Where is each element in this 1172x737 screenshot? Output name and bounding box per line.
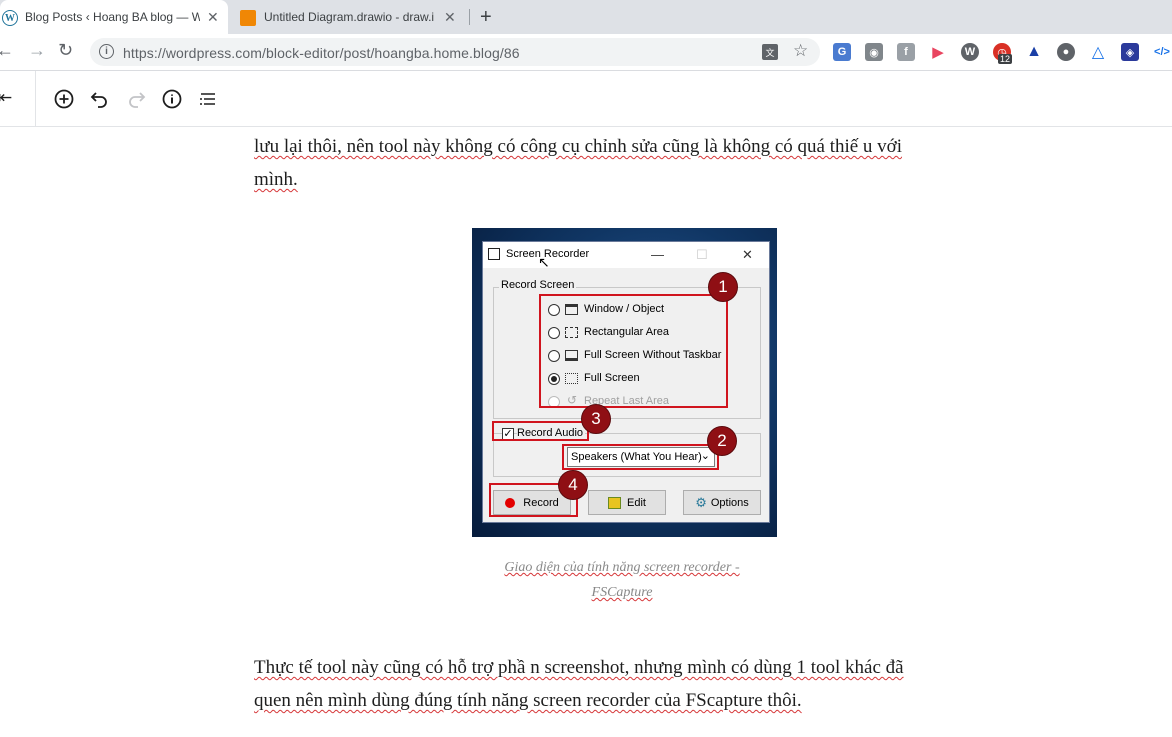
tab-title: Untitled Diagram.drawio - draw.i [264,10,435,24]
editor-header: ⇤ [0,71,1172,127]
header-divider [35,71,36,127]
tab-strip: W Blog Posts ‹ Hoang BA blog — W ✕ Untit… [0,0,1172,34]
drawio-icon [240,10,256,26]
close-icon[interactable]: ✕ [742,247,753,263]
caption-line: FSCapture [591,585,653,600]
caption-line: Giao diện của tính năng screen recorder … [504,560,740,575]
film-icon [488,248,500,260]
outline-triangle-extension-icon[interactable]: △ [1089,43,1107,61]
edit-icon [608,496,622,509]
shield-extension-icon[interactable]: ◈ [1121,43,1139,61]
redo-icon[interactable] [124,87,148,111]
image-caption[interactable]: Giao diện của tính năng screen recorder … [474,555,770,605]
annotation-badge-4: 4 [558,470,588,500]
screencast-extension-icon[interactable]: ▶ [929,43,947,61]
add-block-icon[interactable] [52,87,76,111]
annotation-box-options [539,294,728,408]
mouse-cursor-icon: ↖ [538,254,550,270]
wordpress-icon: W [2,10,18,26]
annotation-box-audio [492,421,589,441]
annotation-badge-2: 2 [707,426,737,456]
tab-separator [469,9,470,25]
tab-title: Blog Posts ‹ Hoang BA blog — W [25,10,200,24]
group-label: Record Screen [499,279,577,291]
options-button[interactable]: ⚙ Options [683,490,761,515]
options-button-label: Options [710,496,749,509]
tab-blog-posts[interactable]: W Blog Posts ‹ Hoang BA blog — W ✕ [0,0,228,34]
paragraph-block[interactable]: Thực tế tool này cũng có hỗ trợ phầ n sc… [254,651,994,717]
forward-icon[interactable]: → [28,40,46,61]
close-tab-icon[interactable]: ✕ [207,9,219,26]
maximize-icon[interactable]: ☐ [696,247,708,263]
new-tab-button[interactable]: + [480,6,492,29]
reload-icon[interactable]: ↻ [58,40,73,61]
paragraph-line: lưu lại thôi, nên tool này không có công… [254,136,903,157]
dialog-titlebar: Screen Recorder ↖ — ☐ ✕ [483,242,769,270]
wordpress-extension-icon[interactable]: W [961,43,979,61]
bookmark-star-icon[interactable]: ☆ [793,41,808,61]
facebook-extension-icon[interactable]: f [897,43,915,61]
close-tab-icon[interactable]: ✕ [444,9,456,26]
browser-toolbar: ← → ↻ i https://wordpress.com/block-edit… [0,34,1172,71]
undo-icon[interactable] [88,87,112,111]
camera-extension-icon[interactable]: ◉ [865,43,883,61]
minimize-icon[interactable]: — [651,247,664,262]
google-translate-extension-icon[interactable]: G [833,43,851,61]
paragraph-line: quen nên mình dùng đúng tính năng screen… [254,690,802,711]
block-navigation-icon[interactable] [196,87,220,111]
info-icon[interactable] [160,87,184,111]
annotation-box-source [562,444,719,470]
paragraph-line: mình. [254,169,298,190]
code-extension-icon[interactable]: </> [1153,43,1171,61]
address-bar[interactable]: i https://wordpress.com/block-editor/pos… [90,38,820,66]
gear-icon: ⚙ [695,494,707,510]
tab-drawio[interactable]: Untitled Diagram.drawio - draw.i ✕ [230,0,468,34]
url-text[interactable]: https://wordpress.com/block-editor/post/… [123,45,520,61]
paragraph-line: Thực tế tool này cũng có hỗ trợ phầ n sc… [254,657,904,678]
annotation-badge-3: 3 [581,404,611,434]
image-block[interactable]: Screen Recorder ↖ — ☐ ✕ Record Screen Wi… [472,228,777,537]
info-icon[interactable]: i [99,44,114,59]
back-icon[interactable]: ← [0,40,14,61]
triangle-extension-icon[interactable]: ▲ [1025,43,1043,61]
paragraph-block[interactable]: lưu lại thôi, nên tool này không có công… [254,130,994,196]
circle-extension-icon[interactable]: ● [1057,43,1075,61]
edit-button-label: Edit [627,496,646,509]
annotation-badge-1: 1 [708,272,738,302]
edit-button[interactable]: Edit [588,490,666,515]
close-editor-icon[interactable]: ⇤ [0,88,12,108]
translate-icon[interactable]: 文 [762,44,778,60]
extension-badge: 12 [998,54,1013,64]
